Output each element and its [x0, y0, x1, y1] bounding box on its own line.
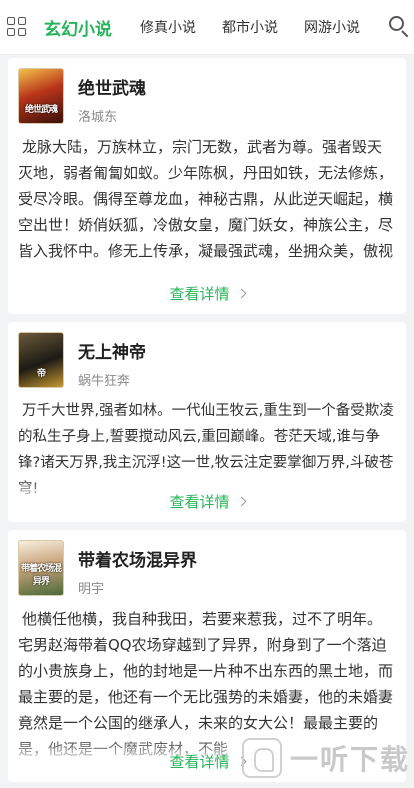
cover-title: 带着农场混异界 [20, 564, 62, 587]
top-nav-bar: 玄幻小说 修真小说 都市小说 网游小说 [0, 0, 414, 55]
tab-xiuzhen[interactable]: 修真小说 [140, 17, 196, 37]
search-icon[interactable] [386, 13, 409, 41]
view-details-link[interactable]: 查看详情 [8, 283, 406, 304]
book-cover[interactable]: 绝世武魂 [18, 68, 64, 124]
watermark-logo-icon [242, 738, 282, 778]
view-details-label: 查看详情 [169, 493, 230, 511]
site-watermark: 一听下载 [242, 734, 410, 782]
cover-title: 帝 [36, 369, 46, 379]
tab-wangyou[interactable]: 网游小说 [304, 17, 360, 37]
book-author: 洛城东 [78, 110, 118, 125]
book-description: 龙脉大陆，万族林立，宗门无数，武者为尊。强者毁天灭地，弱者匍匐如蚁。少年陈枫，丹… [18, 138, 394, 260]
view-details-label: 查看详情 [169, 285, 230, 303]
book-cover[interactable]: 帝 [18, 332, 64, 388]
view-details-label: 查看详情 [169, 753, 230, 771]
book-cover[interactable]: 带着农场混异界 [18, 540, 64, 596]
tab-dushi[interactable]: 都市小说 [222, 17, 278, 37]
book-header: 绝世武魂 绝世武魂 洛城东 [18, 68, 396, 128]
book-list: 绝世武魂 绝世武魂 洛城东 龙脉大陆，万族林立，宗门无数，武者为尊。强者毁天灭地… [8, 58, 406, 788]
view-details-link[interactable]: 查看详情 [8, 491, 406, 512]
book-author: 蜗牛狂奔 [78, 374, 131, 389]
tab-xuanhuan[interactable]: 玄幻小说 [44, 15, 112, 40]
book-title[interactable]: 无上神帝 [78, 338, 146, 363]
genre-tabs: 玄幻小说 修真小说 都市小说 网游小说 [44, 15, 386, 40]
book-header: 带着农场混异界 带着农场混异界 明宇 [18, 540, 396, 600]
cover-title: 绝世武魂 [24, 105, 58, 115]
chevron-right-icon [236, 288, 246, 299]
category-grid-icon[interactable] [7, 17, 26, 37]
book-author: 明宇 [78, 582, 105, 597]
book-header: 帝 无上神帝 蜗牛狂奔 [18, 332, 396, 392]
book-card[interactable]: 帝 无上神帝 蜗牛狂奔 万千大世界,强者如林。一代仙王牧云,重生到一个备受欺凌的… [8, 322, 406, 522]
book-title[interactable]: 带着农场混异界 [78, 546, 197, 571]
book-title[interactable]: 绝世武魂 [78, 74, 146, 99]
watermark-text: 一听下载 [290, 743, 411, 776]
book-card[interactable]: 绝世武魂 绝世武魂 洛城东 龙脉大陆，万族林立，宗门无数，武者为尊。强者毁天灭地… [8, 58, 406, 314]
chevron-right-icon [236, 496, 246, 507]
